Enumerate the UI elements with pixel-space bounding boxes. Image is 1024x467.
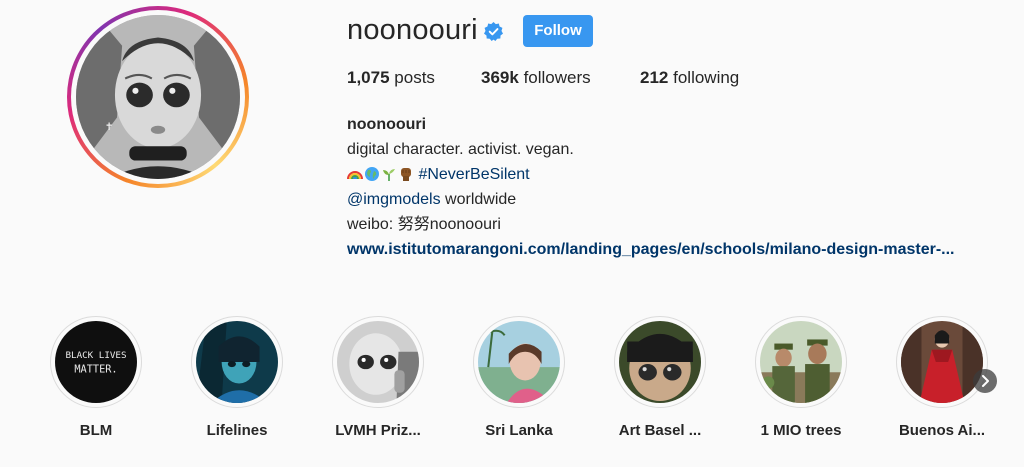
posts-label: posts: [394, 68, 435, 87]
highlight-label: Sri Lanka: [485, 422, 553, 439]
mention-suffix: worldwide: [440, 191, 517, 208]
highlight-cover: [196, 321, 278, 403]
highlight-lvmh-prize[interactable]: LVMH Priz...: [318, 316, 438, 439]
hashtag-link[interactable]: #NeverBeSilent: [418, 166, 529, 183]
highlight-cover: [760, 321, 842, 403]
profile-avatar[interactable]: ✝: [67, 6, 249, 188]
emoji-group: [347, 165, 414, 181]
highlight-label: LVMH Priz...: [335, 422, 421, 439]
story-highlights: BLACK LIVES MATTER. BLM Lifelines LVMH P…: [0, 316, 1024, 456]
highlight-lifelines[interactable]: Lifelines: [177, 316, 297, 439]
highlight-cover-text: MATTER.: [74, 363, 117, 375]
highlight-cover: BLACK LIVES MATTER.: [55, 321, 137, 403]
highlight-label: 1 MIO trees: [760, 422, 842, 439]
bio-full-name: noonoouri: [347, 116, 427, 133]
follow-button[interactable]: Follow: [523, 15, 593, 47]
highlight-label: Lifelines: [206, 422, 268, 439]
seedling-emoji-icon: [381, 165, 397, 181]
svg-text:✝: ✝: [105, 121, 114, 133]
avatar-image: ✝: [76, 15, 240, 179]
highlight-cover: [478, 321, 560, 403]
bio-line-4: weibo: 努努noonoouri: [347, 216, 501, 233]
profile-username: noonoouri: [347, 14, 478, 46]
stat-followers[interactable]: 369k followers: [481, 68, 591, 88]
followers-count: 369k: [481, 68, 519, 87]
following-count: 212: [640, 68, 669, 87]
profile-page: ✝ noonoouri Follow 1,075 posts 369k foll…: [0, 0, 1024, 467]
bio-line-3: @imgmodels worldwide: [347, 187, 955, 212]
globe-emoji-icon: [364, 165, 380, 181]
following-label: following: [673, 68, 740, 87]
stat-following[interactable]: 212 following: [640, 68, 739, 88]
mention-link[interactable]: @imgmodels: [347, 191, 441, 208]
raised-fist-emoji-icon: [398, 165, 414, 181]
bio-website-link[interactable]: www.istitutomarangoni.com/landing_pages/…: [347, 237, 955, 262]
verified-badge-icon: [484, 22, 503, 41]
bio-line-2: #NeverBeSilent: [347, 162, 955, 187]
followers-label: followers: [523, 68, 591, 87]
chevron-right-icon[interactable]: [973, 369, 997, 393]
highlight-art-basel[interactable]: Art Basel ...: [600, 316, 720, 439]
stat-posts: 1,075 posts: [347, 68, 435, 88]
highlight-label: BLM: [79, 422, 113, 439]
bio-line-1: digital character. activist. vegan.: [347, 141, 574, 158]
highlight-blm[interactable]: BLACK LIVES MATTER. BLM: [36, 316, 156, 439]
profile-bio: noonoouri digital character. activist. v…: [347, 112, 955, 262]
highlight-label: Art Basel ...: [618, 422, 702, 439]
highlight-cover: [901, 321, 983, 403]
rainbow-emoji-icon: [347, 165, 363, 181]
highlight-cover: [337, 321, 419, 403]
highlight-sri-lanka[interactable]: Sri Lanka: [459, 316, 579, 439]
highlight-cover-text: BLACK LIVES: [65, 350, 126, 361]
highlight-1-mio-trees[interactable]: 1 MIO trees: [741, 316, 861, 439]
highlight-label: Buenos Ai...: [898, 422, 986, 439]
highlight-cover: [619, 321, 701, 403]
posts-count: 1,075: [347, 68, 390, 87]
